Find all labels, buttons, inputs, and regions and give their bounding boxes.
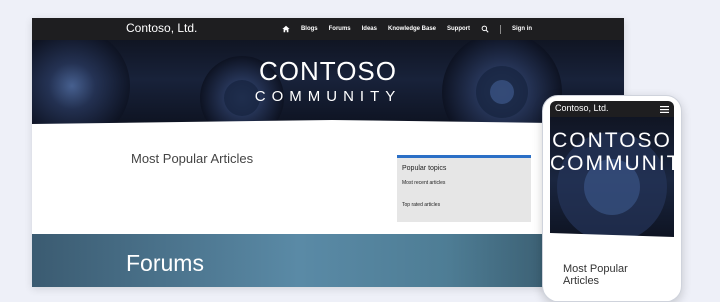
hero-subtitle: COMMUNITY: [254, 88, 402, 105]
top-rated-articles-link[interactable]: Top rated articles: [402, 202, 440, 208]
nav-forums[interactable]: Forums: [329, 26, 351, 32]
mobile-screen: Contoso, Ltd. CONTOSO COMMUNITY Most Pop…: [550, 101, 674, 301]
mobile-hero-title: CONTOSO COMMUNITY: [550, 129, 674, 175]
nav-divider: [500, 24, 501, 34]
hamburger-menu-icon[interactable]: [660, 106, 669, 113]
mobile-brand-name[interactable]: Contoso, Ltd.: [555, 103, 609, 113]
mobile-most-popular-articles-heading: Most Popular Articles: [563, 263, 628, 287]
hero-title: CONTOSO: [259, 56, 397, 86]
nav-ideas[interactable]: Ideas: [362, 26, 377, 32]
sign-in-link[interactable]: Sign in: [512, 26, 532, 32]
nav-knowledge-base[interactable]: Knowledge Base: [388, 26, 436, 32]
content-area: [32, 128, 624, 240]
nav-links: Blogs Forums Ideas Knowledge Base Suppor…: [282, 18, 532, 40]
hero-banner: CONTOSO COMMUNITY: [32, 40, 624, 128]
mobile-top-bar: Contoso, Ltd.: [550, 101, 674, 117]
mobile-device-preview: Contoso, Ltd. CONTOSO COMMUNITY Most Pop…: [542, 95, 682, 302]
search-icon[interactable]: [481, 25, 489, 33]
nav-blogs[interactable]: Blogs: [301, 26, 318, 32]
most-popular-articles-heading: Most Popular Articles: [131, 151, 254, 166]
forums-heading: Forums: [126, 250, 204, 276]
top-nav-bar: Contoso, Ltd. Blogs Forums Ideas Knowled…: [32, 18, 624, 40]
most-recent-articles-link[interactable]: Most recent articles: [402, 180, 445, 186]
forums-banner: Forums: [32, 234, 624, 287]
desktop-site-preview: Contoso, Ltd. Blogs Forums Ideas Knowled…: [32, 18, 624, 287]
popular-topics-card: Popular topics Most recent articles Top …: [397, 155, 531, 222]
mobile-hero-banner: CONTOSO COMMUNITY: [550, 117, 674, 242]
brand-name[interactable]: Contoso, Ltd.: [126, 21, 197, 35]
popular-topics-title: Popular topics: [402, 165, 447, 172]
nav-support[interactable]: Support: [447, 26, 470, 32]
home-icon[interactable]: [282, 25, 290, 33]
